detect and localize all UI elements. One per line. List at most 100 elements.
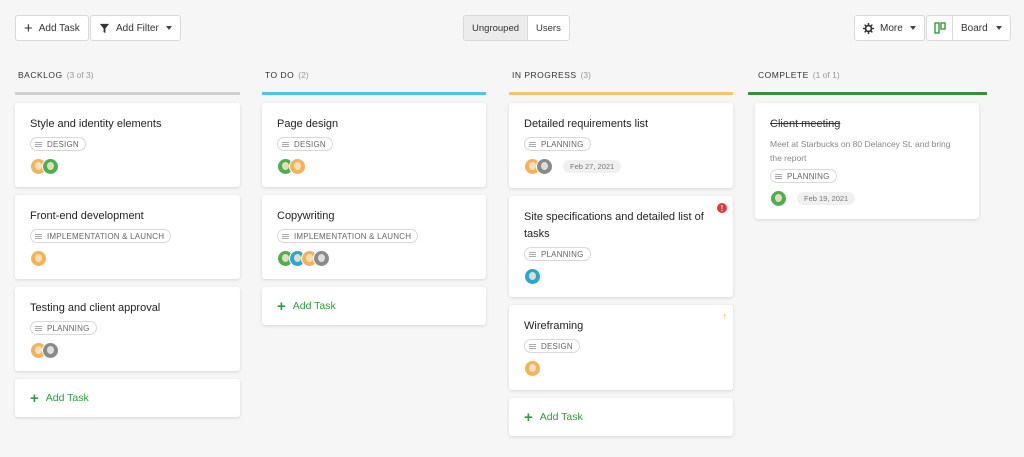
more-button[interactable]: More [854,15,925,41]
column-count: (3 of 3) [66,70,94,80]
column-title: BACKLOG [18,70,63,80]
column-header: TO DO (2) [262,70,486,84]
add-task-label: Add Task [292,300,336,312]
tag-label: PLANNING [541,249,584,259]
plus-icon: + [524,408,533,426]
add-task-link[interactable]: + Add Task [262,287,486,325]
tag-icon [529,343,536,349]
tag-label: IMPLEMENTATION & LAUNCH [294,231,412,241]
task-card[interactable]: ! Site specifications and detailed list … [509,196,733,297]
due-date-badge[interactable]: Feb 19, 2021 [797,192,856,205]
add-filter-button[interactable]: Add Filter [90,15,181,41]
add-task-label: Add Task [539,411,583,423]
column-complete: COMPLETE (1 of 1) Client meeting Meet at … [748,70,987,227]
column-in-progress: IN PROGRESS (3) Detailed requirements lis… [509,70,733,444]
tag-label: IMPLEMENTATION & LAUNCH [47,231,165,241]
tag-label: DESIGN [294,139,326,149]
urgent-priority-icon[interactable]: ! [717,203,727,213]
task-title: Style and identity elements [30,118,162,130]
tag-icon [35,141,42,147]
gear-icon [863,22,874,34]
tag-icon [35,325,42,331]
task-card[interactable]: Detailed requirements list PLANNING Feb … [509,103,733,188]
tag-label: DESIGN [541,341,573,351]
users-option[interactable]: Users [528,16,569,40]
column-header: IN PROGRESS (3) [509,70,733,84]
tag-badge: DESIGN [524,339,580,353]
column-count: (3) [580,70,591,80]
avatar[interactable] [770,190,787,207]
plus-icon: + [30,389,39,407]
tag-label: PLANNING [787,171,830,181]
task-title: Detailed requirements list [524,118,649,130]
avatar[interactable] [536,158,553,175]
avatar[interactable] [524,360,541,377]
tag-icon [282,233,289,239]
add-filter-label: Add Filter [116,22,159,34]
assignees [524,360,541,377]
ungrouped-option[interactable]: Ungrouped [464,16,529,40]
column-title: COMPLETE [758,70,809,80]
add-task-link[interactable]: + Add Task [509,398,733,436]
task-description: Meet at Starbucks on 80 Delancey St. and… [770,139,951,163]
avatar[interactable] [524,268,541,285]
avatar[interactable] [42,158,59,175]
tag-badge: PLANNING [770,169,837,183]
avatar[interactable] [42,342,59,359]
task-card[interactable]: Client meeting Meet at Starbucks on 80 D… [755,103,979,219]
column-header: BACKLOG (3 of 3) [15,70,240,84]
add-task-link[interactable]: + Add Task [15,379,240,417]
add-task-button[interactable]: + Add Task [15,15,89,41]
tag-label: PLANNING [47,323,90,333]
view-switcher[interactable]: Board [926,15,1011,41]
tag-badge: IMPLEMENTATION & LAUNCH [277,229,419,243]
column-title: TO DO [265,70,295,80]
avatar[interactable] [30,250,47,267]
task-card[interactable]: Style and identity elements DESIGN [15,103,240,187]
task-title: Wireframing [524,320,584,332]
column-count: (2) [298,70,309,80]
tag-label: DESIGN [47,139,79,149]
assignees [277,158,306,175]
assignees [30,250,47,267]
task-title: Site specifications and detailed list of… [524,211,704,240]
caret-down-icon [909,26,916,30]
tag-icon [529,251,536,257]
task-title: Front-end development [30,210,144,222]
column-color-bar [15,92,240,95]
due-date-badge[interactable]: Feb 27, 2021 [563,160,622,173]
column-color-bar [509,92,733,95]
task-card[interactable]: Testing and client approval PLANNING [15,287,240,371]
tag-badge: IMPLEMENTATION & LAUNCH [30,229,172,243]
task-card[interactable]: Page design DESIGN [262,103,486,187]
task-title: Testing and client approval [30,302,161,314]
tag-badge: PLANNING [30,321,97,335]
tag-icon [35,233,42,239]
task-title: Client meeting [770,118,841,130]
column-color-bar [748,92,987,95]
tag-icon [529,141,536,147]
assignees [524,268,541,285]
add-task-label: Add Task [45,392,89,404]
assignees [30,342,59,359]
assignees [30,158,59,175]
caret-down-icon [996,26,1002,30]
board-label: Board [961,22,988,34]
tag-badge: PLANNING [524,137,591,151]
column-todo: TO DO (2) Page design DESIGN Copywriting … [262,70,486,333]
task-card[interactable]: Copywriting IMPLEMENTATION & LAUNCH [262,195,486,279]
tag-badge: DESIGN [277,137,333,151]
column-backlog: BACKLOG (3 of 3) Style and identity eleme… [15,70,240,425]
assignees [770,190,787,207]
tag-badge: PLANNING [524,247,591,261]
tag-icon [775,173,782,179]
task-card[interactable]: Front-end development IMPLEMENTATION & L… [15,195,240,279]
avatar[interactable] [313,250,330,267]
column-color-bar [262,92,486,95]
plus-icon: + [277,297,286,315]
task-title: Copywriting [277,210,335,222]
high-priority-icon[interactable]: ↑ [723,311,728,321]
avatar[interactable] [289,158,306,175]
assignees [524,158,553,175]
task-card[interactable]: ↑ Wireframing DESIGN [509,305,733,390]
